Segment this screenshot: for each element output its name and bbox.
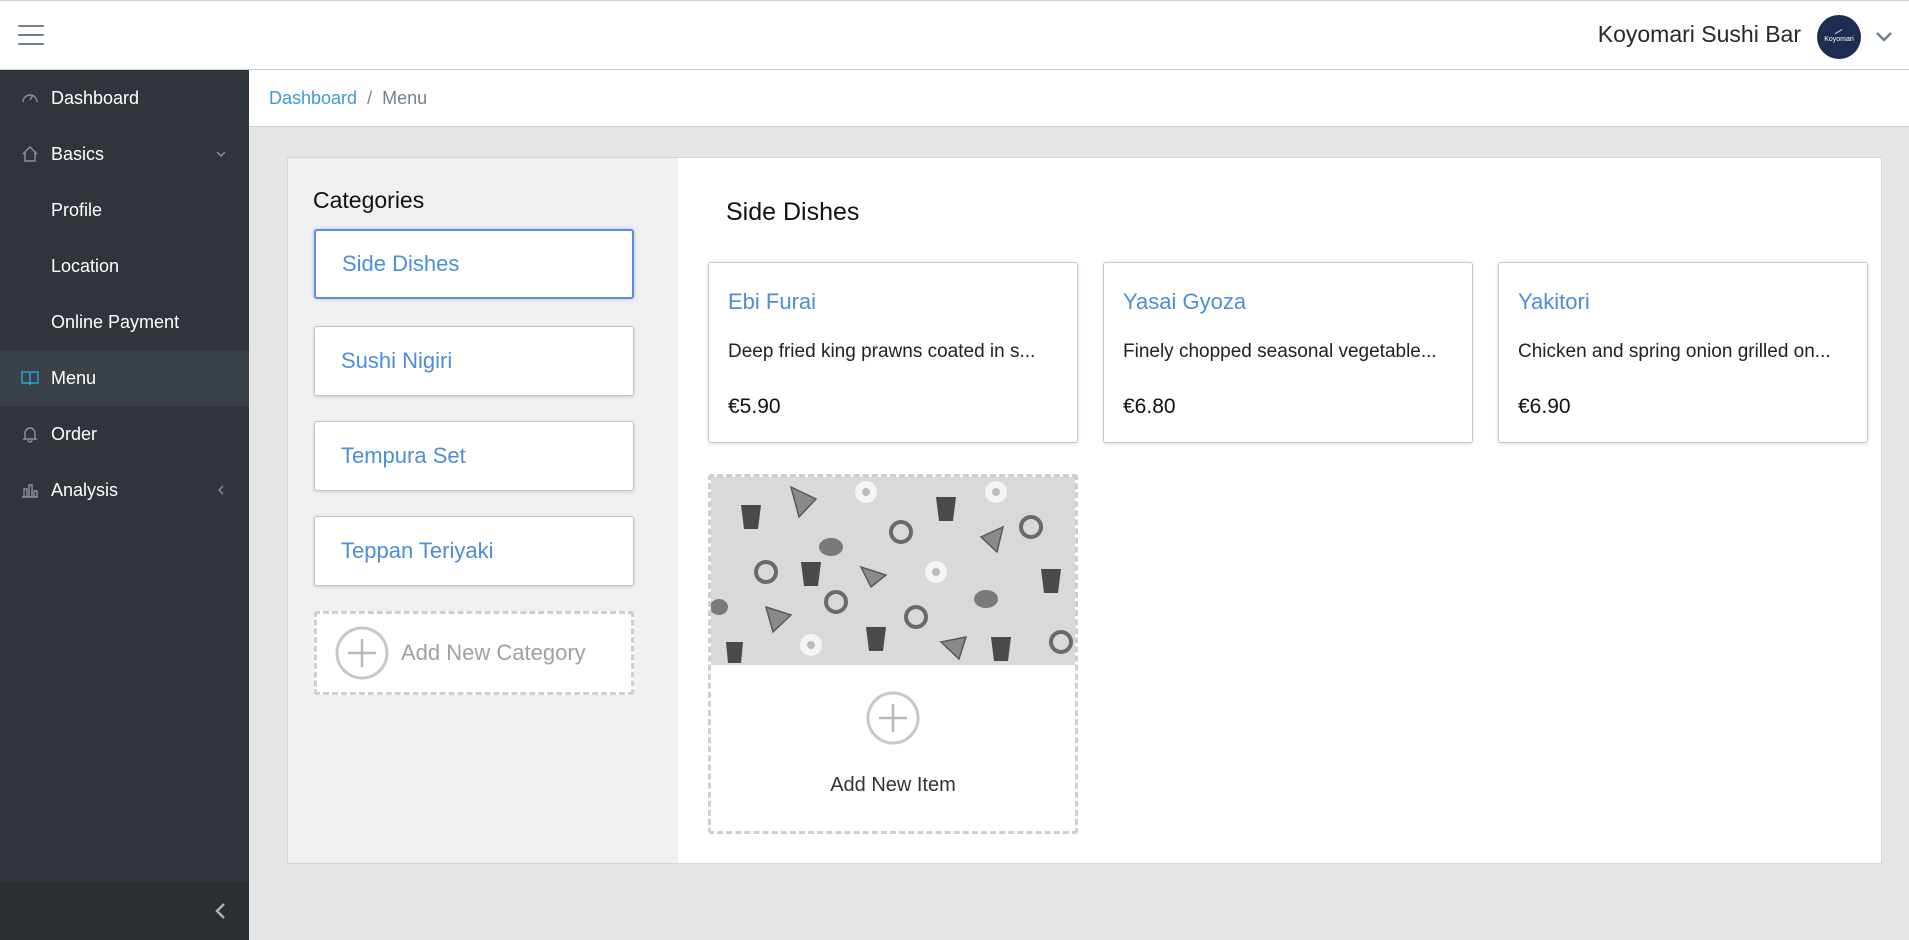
sidebar-item-dashboard[interactable]: Dashboard [0, 70, 249, 126]
food-pattern-image [711, 477, 1075, 665]
menu-editor-panel: Categories Side Dishes Sushi Nigiri Temp… [287, 157, 1882, 864]
item-name: Ebi Furai [728, 289, 817, 314]
book-icon [21, 371, 39, 386]
categories-column: Categories Side Dishes Sushi Nigiri Temp… [288, 158, 678, 863]
sidebar-item-basics[interactable]: Basics [0, 126, 249, 182]
item-name: Yasai Gyoza [1123, 289, 1247, 314]
category-side-dishes[interactable]: Side Dishes [314, 229, 634, 299]
item-description: Finely chopped seasonal vegetable... [1123, 341, 1437, 362]
speedometer-icon [22, 94, 38, 103]
avatar[interactable]: Koyomari [1817, 15, 1861, 59]
chevron-down-icon[interactable] [1873, 25, 1895, 47]
top-header: Koyomari Sushi Bar Koyomari [0, 0, 1909, 70]
breadcrumb-dashboard-link[interactable]: Dashboard [269, 88, 357, 109]
sidebar-footer [0, 882, 249, 940]
bar-chart-icon [22, 484, 38, 498]
logo-mark-icon [1834, 29, 1844, 36]
sidebar-item-profile[interactable]: Profile [0, 182, 249, 238]
sidebar-item-label: Basics [51, 143, 105, 164]
item-price: €6.90 [1518, 395, 1571, 418]
breadcrumb: Dashboard / Menu [249, 70, 1909, 127]
breadcrumb-separator: / [367, 87, 373, 108]
add-category-label: Add New Category [401, 640, 586, 665]
category-tempura-set[interactable]: Tempura Set [314, 421, 634, 491]
sidebar-item-label: Profile [51, 199, 103, 220]
item-price: €6.80 [1123, 395, 1176, 418]
item-card-yakitori[interactable]: Yakitori Chicken and spring onion grille… [1498, 262, 1868, 443]
sidebar-item-label: Analysis [51, 479, 119, 500]
item-card-ebi-furai[interactable]: Ebi Furai Deep fried king prawns coated … [708, 262, 1078, 443]
add-item-button[interactable]: Add New Item [708, 474, 1078, 834]
sidebar: Dashboard Basics Profile Location Online… [0, 70, 249, 940]
items-section-title: Side Dishes [726, 198, 860, 226]
plus-circle-icon [866, 691, 920, 745]
item-price: €5.90 [728, 395, 781, 418]
chevron-left-icon [218, 485, 224, 495]
chevron-down-icon [216, 151, 226, 157]
bell-icon [22, 427, 38, 443]
sidebar-item-order[interactable]: Order [0, 406, 249, 462]
avatar-logo-text: Koyomari [1824, 36, 1854, 43]
sidebar-item-label: Online Payment [51, 311, 180, 332]
hamburger-menu-icon[interactable] [18, 25, 44, 47]
add-item-label: Add New Item [830, 774, 956, 796]
category-sushi-nigiri[interactable]: Sushi Nigiri [314, 326, 634, 396]
plus-circle-icon [335, 626, 389, 680]
sidebar-item-label: Dashboard [51, 87, 140, 108]
sidebar-item-label: Order [51, 423, 98, 444]
sidebar-item-online-payment[interactable]: Online Payment [0, 294, 249, 350]
item-description: Deep fried king prawns coated in s... [728, 341, 1036, 362]
breadcrumb-current: Menu [382, 87, 428, 108]
restaurant-name: Koyomari Sushi Bar [1597, 21, 1801, 47]
home-icon [22, 146, 38, 162]
add-category-button[interactable]: Add New Category [314, 611, 634, 695]
sidebar-item-label: Location [51, 255, 120, 276]
item-description: Chicken and spring onion grilled on... [1518, 341, 1831, 362]
category-teppan-teriyaki[interactable]: Teppan Teriyaki [314, 516, 634, 586]
sidebar-item-label: Menu [51, 367, 97, 388]
item-card-yasai-gyoza[interactable]: Yasai Gyoza Finely chopped seasonal vege… [1103, 262, 1473, 443]
categories-title: Categories [313, 187, 425, 213]
item-name: Yakitori [1518, 289, 1590, 314]
sidebar-item-analysis[interactable]: Analysis [0, 462, 249, 518]
sidebar-item-location[interactable]: Location [0, 238, 249, 294]
chevron-left-icon[interactable] [213, 902, 227, 920]
sidebar-item-menu[interactable]: Menu [0, 350, 249, 406]
